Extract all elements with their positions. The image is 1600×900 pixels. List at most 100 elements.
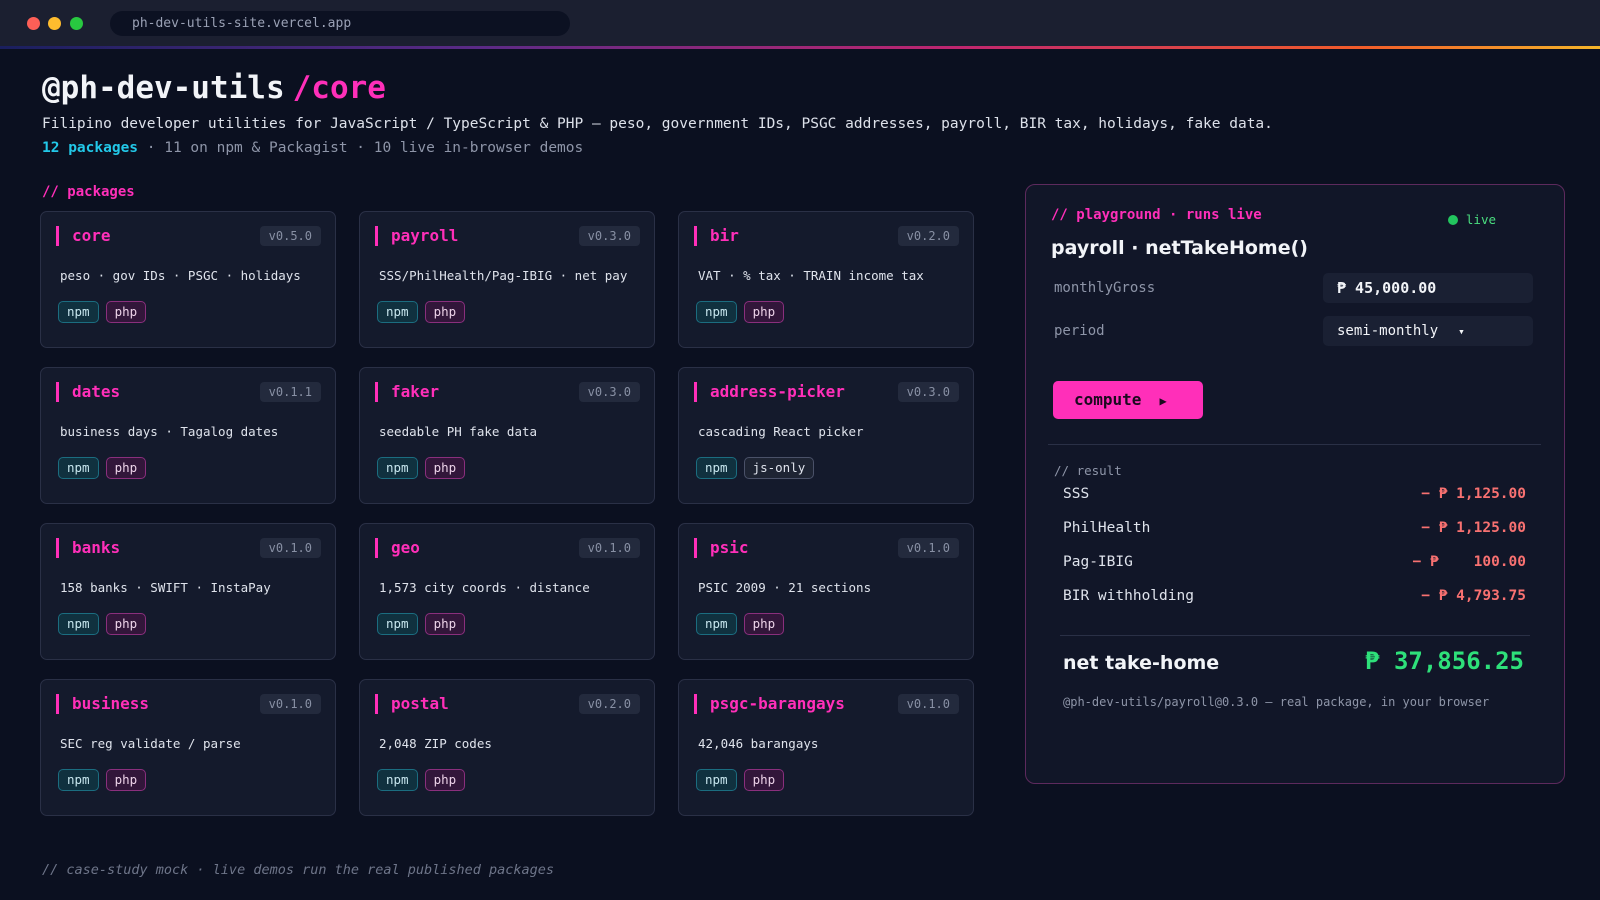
result-value: − ₱ 100.00 bbox=[1412, 554, 1527, 570]
minimize-window-icon[interactable] bbox=[48, 17, 61, 30]
version-badge: v0.1.0 bbox=[259, 694, 321, 714]
package-name: banks bbox=[56, 538, 120, 558]
package-card-core[interactable]: core v0.5.0 peso · gov IDs · PSGC · holida… bbox=[40, 211, 336, 348]
result-key: Pag-IBIG bbox=[1063, 554, 1133, 570]
package-name: bir bbox=[694, 226, 739, 246]
result-row-philhealth: PhilHealth − ₱ 1,125.00 bbox=[1063, 520, 1526, 536]
package-card-faker[interactable]: faker v0.3.0 seedable PH fake data npm php bbox=[359, 367, 655, 504]
tag-php[interactable]: php bbox=[105, 457, 147, 479]
package-card-payroll[interactable]: payroll v0.3.0 SSS/PhilHealth/Pag-IBIG · n… bbox=[359, 211, 655, 348]
playground-footnote: @ph-dev-utils/payroll@0.3.0 — real packa… bbox=[1063, 695, 1490, 709]
tag-php[interactable]: php bbox=[424, 769, 466, 791]
package-card-dates[interactable]: dates v0.1.1 business days · Tagalog dates… bbox=[40, 367, 336, 504]
tag-npm[interactable]: npm bbox=[377, 769, 418, 791]
result-row-sss: SSS − ₱ 1,125.00 bbox=[1063, 486, 1526, 502]
package-tags: npm php bbox=[58, 457, 147, 479]
package-card-banks[interactable]: banks v0.1.0 158 banks · SWIFT · InstaPay n… bbox=[40, 523, 336, 660]
tag-npm[interactable]: npm bbox=[58, 769, 99, 791]
live-label: live bbox=[1465, 212, 1496, 227]
stats-detail: · 11 on npm & Packagist · 10 live in-bro… bbox=[138, 140, 584, 156]
package-description: SSS/PhilHealth/Pag-IBIG · net pay bbox=[379, 268, 628, 283]
tag-php[interactable]: php bbox=[105, 613, 147, 635]
tag-npm[interactable]: npm bbox=[58, 301, 99, 323]
play-icon: ▶ bbox=[1159, 394, 1167, 408]
live-dot-icon bbox=[1447, 214, 1458, 225]
packages-section-label: // packages bbox=[42, 184, 135, 200]
package-card-business[interactable]: business v0.1.0 SEC reg validate / parse np… bbox=[40, 679, 336, 816]
package-description: 42,046 barangays bbox=[698, 736, 819, 751]
package-description: 2,048 ZIP codes bbox=[379, 736, 492, 751]
close-window-icon[interactable] bbox=[27, 17, 40, 30]
package-name: psgc-barangays bbox=[694, 694, 845, 714]
package-tags: npm php bbox=[377, 457, 466, 479]
package-tags: npm js-only bbox=[696, 457, 815, 479]
package-name: dates bbox=[56, 382, 120, 402]
period-select[interactable]: semi-monthly ▾ bbox=[1323, 316, 1533, 346]
package-name: psic bbox=[694, 538, 749, 558]
result-key: PhilHealth bbox=[1063, 520, 1151, 536]
monthly-gross-input[interactable]: ₱ 45,000.00 bbox=[1323, 273, 1533, 303]
package-tags: npm php bbox=[696, 301, 785, 323]
result-value: − ₱ 4,793.75 bbox=[1421, 588, 1526, 604]
tag-npm[interactable]: npm bbox=[696, 769, 737, 791]
tag-php[interactable]: php bbox=[743, 769, 785, 791]
version-badge: v0.1.0 bbox=[259, 538, 321, 558]
tag-js-only[interactable]: js-only bbox=[743, 457, 815, 479]
package-card-psgc-barangays[interactable]: psgc-barangays v0.1.0 42,046 barangays npm p… bbox=[678, 679, 974, 816]
stats-line: 12 packages · 11 on npm & Packagist · 10… bbox=[42, 140, 583, 156]
package-name: faker bbox=[375, 382, 439, 402]
tag-npm[interactable]: npm bbox=[377, 457, 418, 479]
tag-npm[interactable]: npm bbox=[377, 301, 418, 323]
result-row-pagibig: Pag-IBIG − ₱ 100.00 bbox=[1063, 554, 1526, 570]
version-badge: v0.2.0 bbox=[897, 226, 959, 246]
package-name: address-picker bbox=[694, 382, 845, 402]
package-name: business bbox=[56, 694, 149, 714]
version-badge: v0.2.0 bbox=[578, 694, 640, 714]
tag-npm[interactable]: npm bbox=[58, 613, 99, 635]
package-name: core bbox=[56, 226, 111, 246]
version-badge: v0.3.0 bbox=[897, 382, 959, 402]
result-key: BIR withholding bbox=[1063, 588, 1194, 604]
version-badge: v0.1.0 bbox=[897, 694, 959, 714]
version-badge: v0.1.0 bbox=[578, 538, 640, 558]
result-value: − ₱ 1,125.00 bbox=[1421, 486, 1526, 502]
package-card-geo[interactable]: geo v0.1.0 1,573 city coords · distance npm… bbox=[359, 523, 655, 660]
tag-php[interactable]: php bbox=[424, 301, 466, 323]
package-card-psic[interactable]: psic v0.1.0 PSIC 2009 · 21 sections npm php bbox=[678, 523, 974, 660]
tag-npm[interactable]: npm bbox=[696, 457, 737, 479]
tag-npm[interactable]: npm bbox=[696, 301, 737, 323]
package-description: 1,573 city coords · distance bbox=[379, 580, 590, 595]
page-subtitle: Filipino developer utilities for JavaScr… bbox=[42, 116, 1273, 132]
package-card-address-picker[interactable]: address-picker v0.3.0 cascading React pick… bbox=[678, 367, 974, 504]
tag-php[interactable]: php bbox=[424, 457, 466, 479]
tag-npm[interactable]: npm bbox=[696, 613, 737, 635]
net-take-home-label: net take-home bbox=[1063, 652, 1220, 674]
browser-chrome: ph-dev-utils-site.vercel.app bbox=[0, 0, 1600, 46]
package-description: peso · gov IDs · PSGC · holidays bbox=[60, 268, 301, 283]
tag-php[interactable]: php bbox=[743, 301, 785, 323]
compute-label: compute bbox=[1074, 390, 1142, 409]
package-card-postal[interactable]: postal v0.2.0 2,048 ZIP codes npm php bbox=[359, 679, 655, 816]
tag-php[interactable]: php bbox=[743, 613, 785, 635]
net-take-home-value: ₱ 37,856.25 bbox=[1365, 647, 1524, 675]
version-badge: v0.5.0 bbox=[259, 226, 321, 246]
tag-php[interactable]: php bbox=[105, 301, 147, 323]
title-accent: /core bbox=[292, 70, 386, 106]
package-tags: npm php bbox=[696, 613, 785, 635]
tag-php[interactable]: php bbox=[424, 613, 466, 635]
tag-php[interactable]: php bbox=[105, 769, 147, 791]
tag-npm[interactable]: npm bbox=[377, 613, 418, 635]
package-tags: npm php bbox=[58, 301, 147, 323]
package-count: 12 packages bbox=[42, 140, 139, 156]
result-row-bir: BIR withholding − ₱ 4,793.75 bbox=[1063, 588, 1526, 604]
package-card-bir[interactable]: bir v0.2.0 VAT · % tax · TRAIN income tax n… bbox=[678, 211, 974, 348]
maximize-window-icon[interactable] bbox=[70, 17, 83, 30]
compute-button[interactable]: compute ▶ bbox=[1053, 381, 1203, 419]
live-status: live bbox=[1447, 212, 1496, 227]
url-bar[interactable]: ph-dev-utils-site.vercel.app bbox=[110, 11, 570, 36]
package-description: seedable PH fake data bbox=[379, 424, 538, 439]
tag-npm[interactable]: npm bbox=[58, 457, 99, 479]
title-main: @ph-dev-utils bbox=[42, 70, 285, 106]
result-key: SSS bbox=[1063, 486, 1090, 502]
playground-panel: // playground · runs live live payroll ·… bbox=[1025, 184, 1565, 784]
